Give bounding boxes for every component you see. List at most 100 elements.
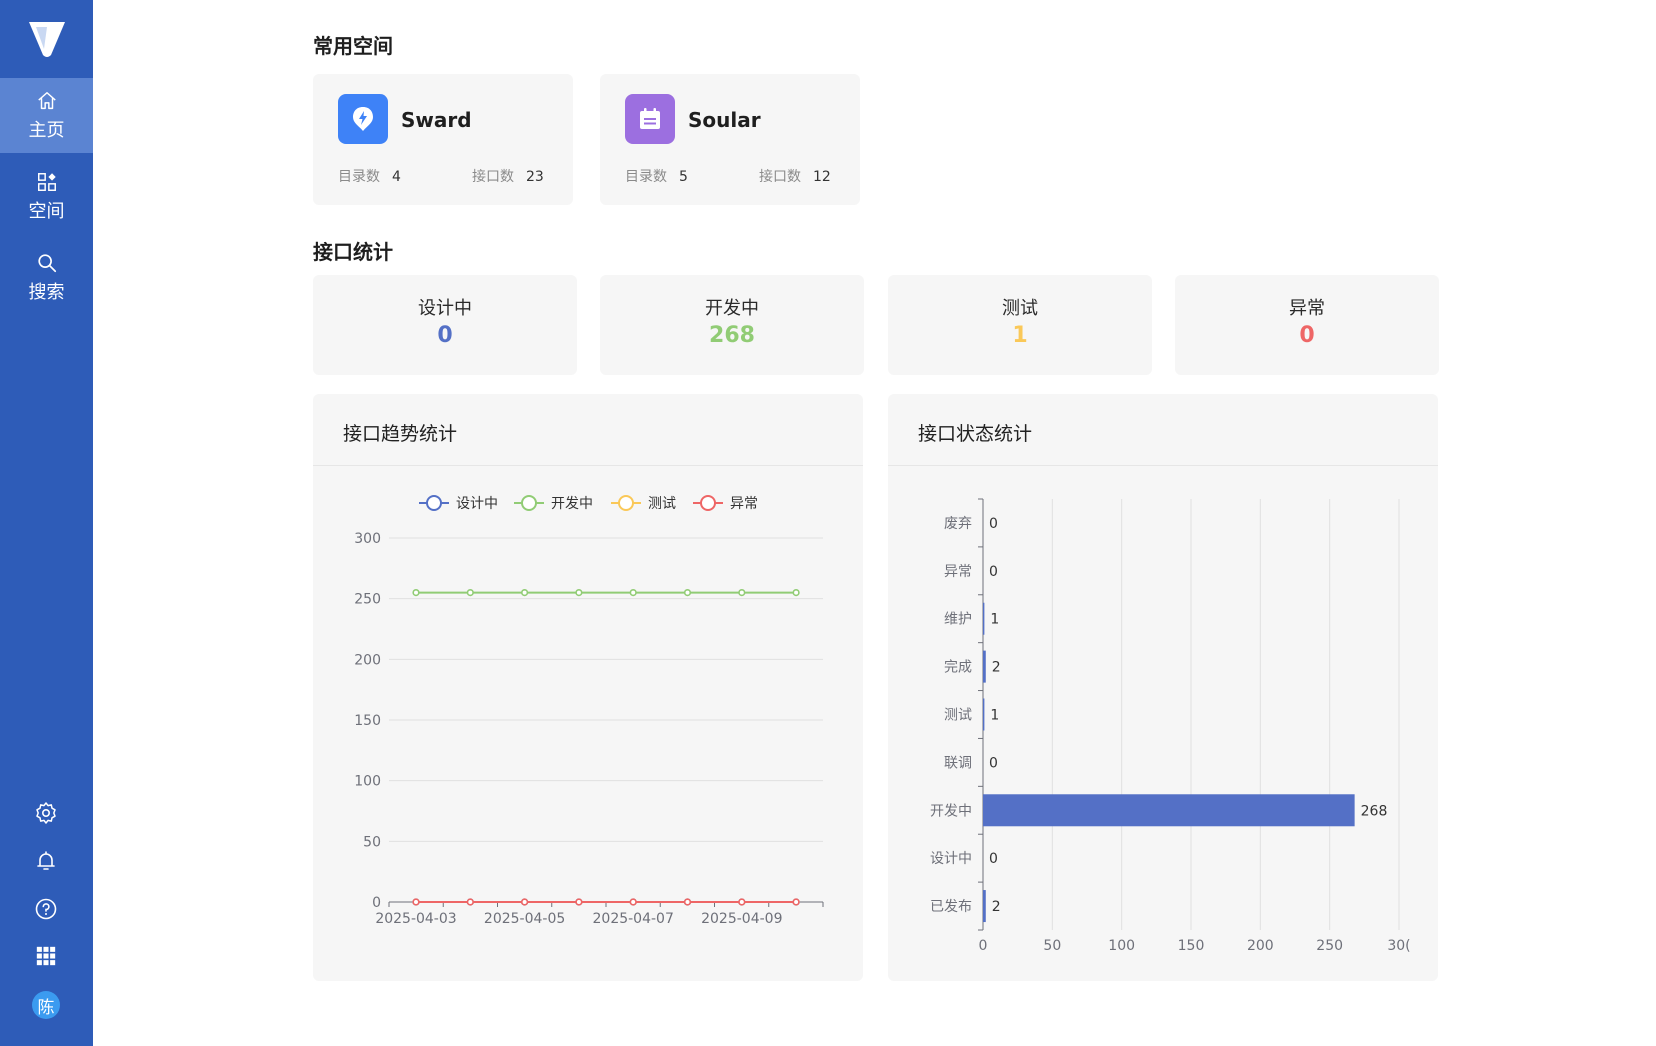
- x-tick-label: 250: [1316, 938, 1343, 954]
- status-chart-header: 接口状态统计: [888, 394, 1438, 466]
- y-tick-label: 0: [372, 895, 381, 911]
- x-tick-label: 0: [979, 938, 988, 954]
- status-bar-chart: 0 50 100 150 200 250 30(废弃 0 异常 0 维护 1 完成 2 测试 1 联调 0 开发中 2…: [930, 498, 1411, 954]
- legend-marker: [618, 495, 634, 511]
- nav-space[interactable]: 空间: [0, 159, 93, 234]
- stat-value: 268: [709, 323, 755, 348]
- data-point: [412, 898, 420, 906]
- data-point: [792, 588, 800, 597]
- x-tick-label: 150: [1178, 938, 1205, 954]
- data-point: [521, 898, 529, 906]
- nav-space-label: 空间: [28, 200, 65, 222]
- legend-label: 开发中: [551, 496, 593, 512]
- x-tick-label: 2025-04-05: [484, 911, 565, 927]
- space-name: Sward: [401, 108, 472, 132]
- space-name: Soular: [688, 108, 761, 132]
- bar-value-label: 0: [989, 755, 998, 771]
- bar-value-label: 268: [1361, 803, 1388, 819]
- bar: [983, 890, 986, 923]
- trend-chart-title: 接口趋势统计: [343, 423, 458, 445]
- bar: [983, 602, 985, 635]
- trend-chart-header: 接口趋势统计: [313, 394, 863, 466]
- y-tick-label: 维护: [944, 612, 972, 628]
- bar: [983, 698, 985, 731]
- stat-card-error: 异常 0: [1175, 275, 1439, 375]
- y-tick-label: 200: [354, 652, 381, 668]
- stat-card-test: 测试 1: [888, 275, 1152, 375]
- soular-logo-icon: [625, 94, 675, 144]
- data-point: [521, 588, 529, 597]
- notifications-button[interactable]: [30, 845, 62, 877]
- data-point: [466, 898, 474, 906]
- sidebar: 主页 空间 搜索 陈: [0, 0, 93, 1046]
- trend-line-chart: 0 50 100 150 200 250 300 2025-04-03 2025-04-05 20…: [354, 495, 824, 927]
- data-point: [792, 898, 800, 906]
- y-tick-label: 已发布: [930, 899, 972, 915]
- gear-icon: [36, 802, 56, 824]
- trend-chart-card: 接口趋势统计 0 50 100 150 200 250 300 2025-04-03 2025-…: [313, 394, 863, 981]
- space-api-count: 接口数 12: [759, 169, 831, 185]
- x-tick-label: 50: [1043, 938, 1061, 954]
- stats-section-title: 接口统计: [313, 240, 393, 264]
- app-logo[interactable]: [0, 0, 93, 78]
- data-point: [738, 898, 746, 906]
- app-grid-icon: [36, 946, 56, 966]
- x-tick-label: 2025-04-07: [593, 911, 674, 927]
- y-tick-label: 废弃: [944, 516, 972, 532]
- data-point: [683, 898, 692, 906]
- app-switcher-button[interactable]: [30, 940, 62, 972]
- avatar[interactable]: 陈: [32, 991, 60, 1019]
- x-tick-label: 2025-04-09: [701, 911, 782, 927]
- data-point: [466, 588, 474, 597]
- y-tick-label: 100: [354, 774, 381, 790]
- y-tick-label: 联调: [944, 755, 972, 771]
- y-tick-label: 设计中: [930, 851, 972, 867]
- nav-search-label: 搜索: [28, 281, 65, 303]
- sward-logo-icon: [338, 94, 388, 144]
- data-point: [629, 898, 637, 906]
- y-tick-label: 250: [354, 592, 381, 608]
- legend-label: 异常: [730, 496, 758, 512]
- stat-card-design: 设计中 0: [313, 275, 577, 375]
- search-icon: [37, 253, 56, 272]
- legend-marker: [521, 495, 537, 511]
- stat-label: 测试: [1002, 298, 1038, 319]
- data-point: [629, 588, 637, 597]
- bar: [983, 794, 1355, 827]
- data-point: [738, 588, 746, 597]
- y-tick-label: 150: [354, 713, 381, 729]
- y-tick-label: 测试: [944, 708, 972, 724]
- stat-label: 设计中: [418, 298, 472, 319]
- data-point: [412, 588, 420, 597]
- stat-card-dev: 开发中 268: [600, 275, 864, 375]
- y-tick-label: 50: [363, 834, 381, 850]
- space-card-soular[interactable]: Soular 目录数 5 接口数 12: [600, 74, 860, 205]
- stat-label: 开发中: [705, 298, 759, 319]
- bar-value-label: 0: [989, 564, 998, 580]
- legend-label: 测试: [648, 496, 676, 512]
- settings-button[interactable]: [30, 797, 62, 829]
- data-point: [575, 588, 583, 597]
- status-chart-title: 接口状态统计: [918, 423, 1033, 445]
- space-api-count: 接口数 23: [472, 169, 544, 185]
- bar-value-label: 0: [989, 851, 998, 867]
- bar-value-label: 1: [990, 708, 999, 724]
- nav-search[interactable]: 搜索: [0, 240, 93, 315]
- y-tick-label: 异常: [944, 564, 972, 580]
- space-card-sward[interactable]: Sward 目录数 4 接口数 23: [313, 74, 573, 205]
- stat-value: 0: [437, 323, 453, 348]
- legend-marker: [426, 495, 442, 511]
- help-icon: [35, 898, 57, 920]
- legend-label: 设计中: [456, 496, 498, 512]
- space-dir-count: 目录数 4: [338, 169, 401, 185]
- stat-value: 0: [1299, 323, 1315, 348]
- help-button[interactable]: [30, 893, 62, 925]
- y-tick-label: 开发中: [930, 803, 972, 819]
- home-icon: [37, 91, 56, 109]
- nav-home[interactable]: 主页: [0, 78, 93, 153]
- nav-home-label: 主页: [28, 119, 65, 141]
- x-tick-label: 30(: [1387, 938, 1410, 954]
- y-tick-label: 300: [354, 531, 381, 547]
- bar-value-label: 1: [990, 612, 999, 628]
- legend-marker: [700, 495, 716, 511]
